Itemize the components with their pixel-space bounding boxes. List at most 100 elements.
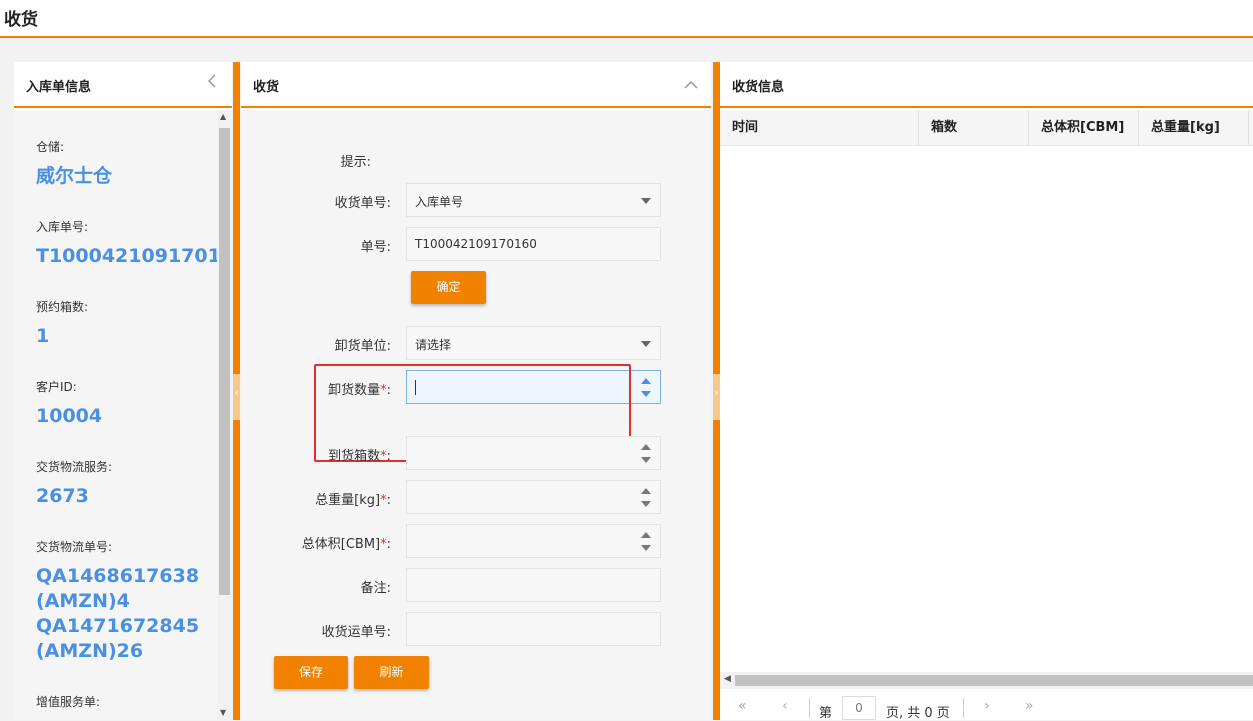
stepper-up-icon[interactable] — [641, 532, 651, 538]
chevron-left-icon[interactable] — [207, 73, 217, 93]
unload-unit-value: 请选择 — [415, 338, 452, 352]
label-text: 总体积[CBM] — [301, 537, 381, 552]
page-number-input[interactable]: 0 — [842, 696, 876, 720]
total-weight-input[interactable] — [406, 480, 661, 514]
inbound-info-list[interactable]: 仓储: 威尔士仓 入库单号: T100042109170160 预约箱数: 1 … — [14, 110, 232, 720]
info-value-line: QA1471672845 — [36, 615, 200, 637]
info-label: 增值服务单: — [36, 695, 101, 709]
label-colon: : — [386, 493, 391, 508]
receiving-form-header: 收货 — [241, 62, 711, 108]
stepper-down-icon[interactable] — [641, 501, 651, 507]
info-delivery-tracking: 交货物流单号: QA1468617638 (AMZN)4 QA147167284… — [36, 538, 199, 664]
number-stepper[interactable] — [641, 444, 651, 464]
info-value: 2673 — [36, 485, 89, 507]
stepper-down-icon[interactable] — [641, 391, 651, 397]
receiving-form-panel: 收货 提示: 收货单号: 入库单号 单号: T100042109170160 确… — [241, 62, 711, 720]
order-no-label: 单号: — [360, 240, 391, 255]
scroll-thumb[interactable] — [735, 675, 1253, 686]
vertical-scrollbar[interactable]: ▲ ▼ — [217, 110, 232, 720]
scroll-down-icon[interactable]: ▼ — [220, 708, 226, 717]
right-splitter[interactable]: › — [713, 62, 720, 720]
receiving-form: 提示: 收货单号: 入库单号 单号: T100042109170160 确定 卸… — [241, 110, 711, 720]
horizontal-scrollbar[interactable]: ◀ — [720, 672, 1253, 689]
info-value-line: (AMZN)4 — [36, 590, 130, 612]
caret-down-icon[interactable] — [641, 341, 651, 347]
chevron-left-icon[interactable]: ‹ — [233, 388, 240, 399]
stepper-up-icon[interactable] — [641, 378, 651, 384]
inbound-info-header: 入库单信息 — [14, 62, 232, 108]
save-button[interactable]: 保存 — [274, 656, 348, 689]
total-volume-input[interactable] — [406, 524, 661, 558]
unload-unit-label: 卸货单位: — [334, 339, 391, 354]
info-value-line: QA1468617638 — [36, 565, 200, 587]
pager-divider — [963, 698, 964, 718]
splitter-handle[interactable]: › — [713, 374, 720, 420]
prev-page-icon[interactable]: ‹ — [782, 698, 788, 714]
label-text: 总重量[kg] — [315, 493, 381, 508]
label-text: 到货箱数 — [328, 449, 381, 464]
info-value: 1 — [36, 325, 50, 347]
receiving-info-header: 收货信息 — [720, 62, 1253, 108]
next-page-icon[interactable]: › — [984, 698, 990, 714]
splitter-handle[interactable]: ‹ — [233, 374, 240, 420]
tracking-no-label: 收货运单号: — [321, 625, 391, 640]
info-customer-id: 客户ID: 10004 — [36, 378, 102, 429]
number-stepper[interactable] — [641, 378, 651, 398]
remark-input[interactable] — [406, 568, 661, 602]
top-bar: 收货 — [0, 0, 1253, 38]
info-label: 交货物流服务: — [36, 460, 113, 474]
number-stepper[interactable] — [641, 488, 651, 508]
pagination: « ‹ 第 0 页, 共 0 页 › » — [720, 692, 1253, 721]
chevron-right-icon[interactable]: › — [713, 388, 720, 399]
column-header-boxes[interactable]: 箱数 — [919, 110, 1029, 146]
receipt-type-label: 收货单号: — [334, 196, 391, 211]
tracking-no-input[interactable] — [406, 612, 661, 646]
stepper-down-icon[interactable] — [641, 545, 651, 551]
info-label: 仓储: — [36, 140, 65, 154]
first-page-icon[interactable]: « — [738, 698, 747, 714]
hint-label: 提示: — [340, 155, 371, 170]
receiving-form-title: 收货 — [253, 80, 280, 95]
order-no-value: T100042109170160 — [415, 237, 537, 251]
info-value: 10004 — [36, 405, 103, 427]
box-count-input[interactable] — [406, 436, 661, 470]
stepper-up-icon[interactable] — [641, 444, 651, 450]
info-label: 客户ID: — [36, 380, 77, 394]
number-stepper[interactable] — [641, 532, 651, 552]
confirm-button[interactable]: 确定 — [411, 271, 486, 304]
page-suffix: 页, 共 0 页 — [886, 706, 950, 721]
info-value: T100042109170160 — [36, 245, 232, 267]
box-count-label: 到货箱数*: — [241, 445, 391, 464]
info-value: 威尔士仓 — [36, 165, 113, 187]
info-label: 预约箱数: — [36, 300, 89, 314]
stepper-down-icon[interactable] — [641, 457, 651, 463]
refresh-button[interactable]: 刷新 — [354, 656, 429, 689]
caret-down-icon[interactable] — [641, 198, 651, 204]
stepper-up-icon[interactable] — [641, 488, 651, 494]
column-header-volume[interactable]: 总体积[CBM] — [1029, 110, 1139, 146]
column-header-time[interactable]: 时间 — [720, 110, 919, 146]
info-warehouse: 仓储: 威尔士仓 — [36, 138, 112, 189]
scroll-thumb[interactable] — [219, 128, 230, 595]
column-header-weight[interactable]: 总重量[kg] — [1139, 110, 1249, 146]
inbound-info-panel: 入库单信息 仓储: 威尔士仓 入库单号: T100042109170160 预约… — [14, 62, 232, 720]
scroll-left-icon[interactable]: ◀ — [724, 674, 731, 684]
last-page-icon[interactable]: » — [1025, 698, 1034, 714]
receipt-type-value: 入库单号 — [415, 195, 464, 209]
unload-unit-select[interactable]: 请选择 — [406, 326, 661, 360]
inbound-info-title: 入库单信息 — [26, 80, 92, 95]
info-label: 入库单号: — [36, 220, 89, 234]
info-inbound-no: 入库单号: T100042109170160 — [36, 218, 232, 269]
receiving-table-header: 时间 箱数 总体积[CBM] 总重量[kg] — [720, 110, 1253, 146]
info-value-added: 增值服务单: — [36, 693, 100, 710]
receiving-info-panel: 收货信息 时间 箱数 总体积[CBM] 总重量[kg] ◀ « ‹ 第 0 页,… — [720, 62, 1253, 721]
scroll-up-icon[interactable]: ▲ — [220, 112, 226, 121]
pager-divider — [809, 698, 810, 718]
order-no-input[interactable]: T100042109170160 — [406, 227, 661, 261]
total-weight-label: 总重量[kg]*: — [241, 489, 391, 508]
label-colon: : — [386, 449, 391, 464]
remark-label: 备注: — [360, 581, 391, 596]
chevron-up-icon[interactable] — [683, 75, 699, 94]
info-value-line: (AMZN)26 — [36, 640, 144, 662]
receipt-type-select[interactable]: 入库单号 — [406, 183, 661, 217]
